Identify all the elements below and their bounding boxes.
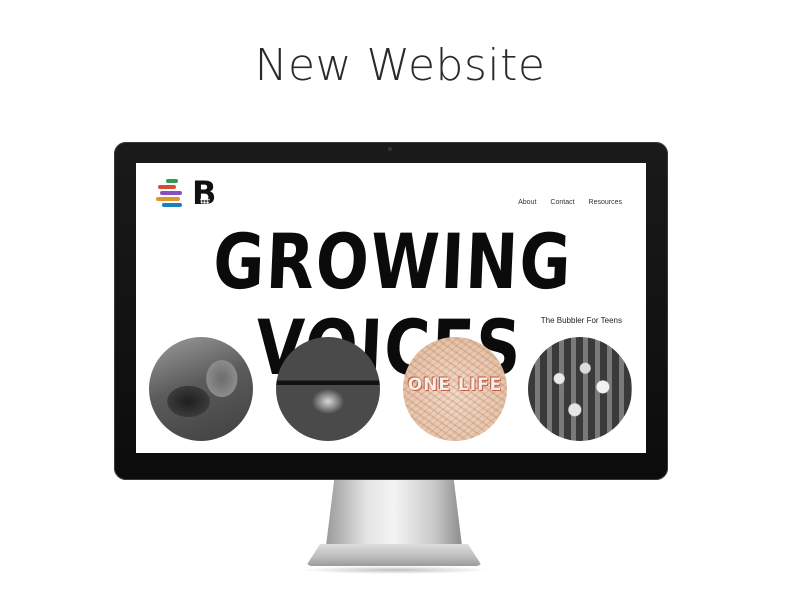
camera-dot bbox=[388, 147, 392, 151]
photo-computer-library[interactable] bbox=[276, 337, 380, 441]
brand-letter: B bbox=[192, 174, 217, 212]
color-bars-logo-icon[interactable] bbox=[156, 179, 186, 211]
website-screen: B About Contact Resources GROWING VOICES… bbox=[136, 163, 646, 453]
site-nav: About Contact Resources bbox=[518, 199, 622, 206]
logo-bar-red bbox=[158, 185, 176, 189]
tagline: The Bubbler For Teens bbox=[540, 316, 622, 325]
artwork-one-life[interactable]: ONE LIFE bbox=[403, 337, 507, 441]
photo-person-hunched[interactable] bbox=[149, 337, 253, 441]
monitor-stand-neck bbox=[326, 480, 462, 546]
artwork-caption: ONE LIFE bbox=[407, 375, 503, 395]
logo-bar-blue bbox=[162, 203, 182, 207]
photo-group-signs[interactable] bbox=[528, 337, 632, 441]
logo-bar-orange bbox=[156, 197, 180, 201]
stand-shadow bbox=[300, 566, 490, 574]
monitor: B About Contact Resources GROWING VOICES… bbox=[114, 142, 668, 480]
bubbler-logo-icon[interactable]: B bbox=[192, 177, 220, 209]
page: New Website B About Contact Resources GR… bbox=[0, 0, 800, 600]
dots-pattern bbox=[200, 195, 210, 205]
logo-bar-green bbox=[166, 179, 178, 183]
nav-about-link[interactable]: About bbox=[518, 199, 536, 206]
nav-resources-link[interactable]: Resources bbox=[589, 199, 622, 206]
page-title: New Website bbox=[254, 40, 546, 91]
monitor-stand-base bbox=[306, 544, 482, 566]
nav-contact-link[interactable]: Contact bbox=[550, 199, 574, 206]
logo-bar-purple bbox=[160, 191, 182, 195]
